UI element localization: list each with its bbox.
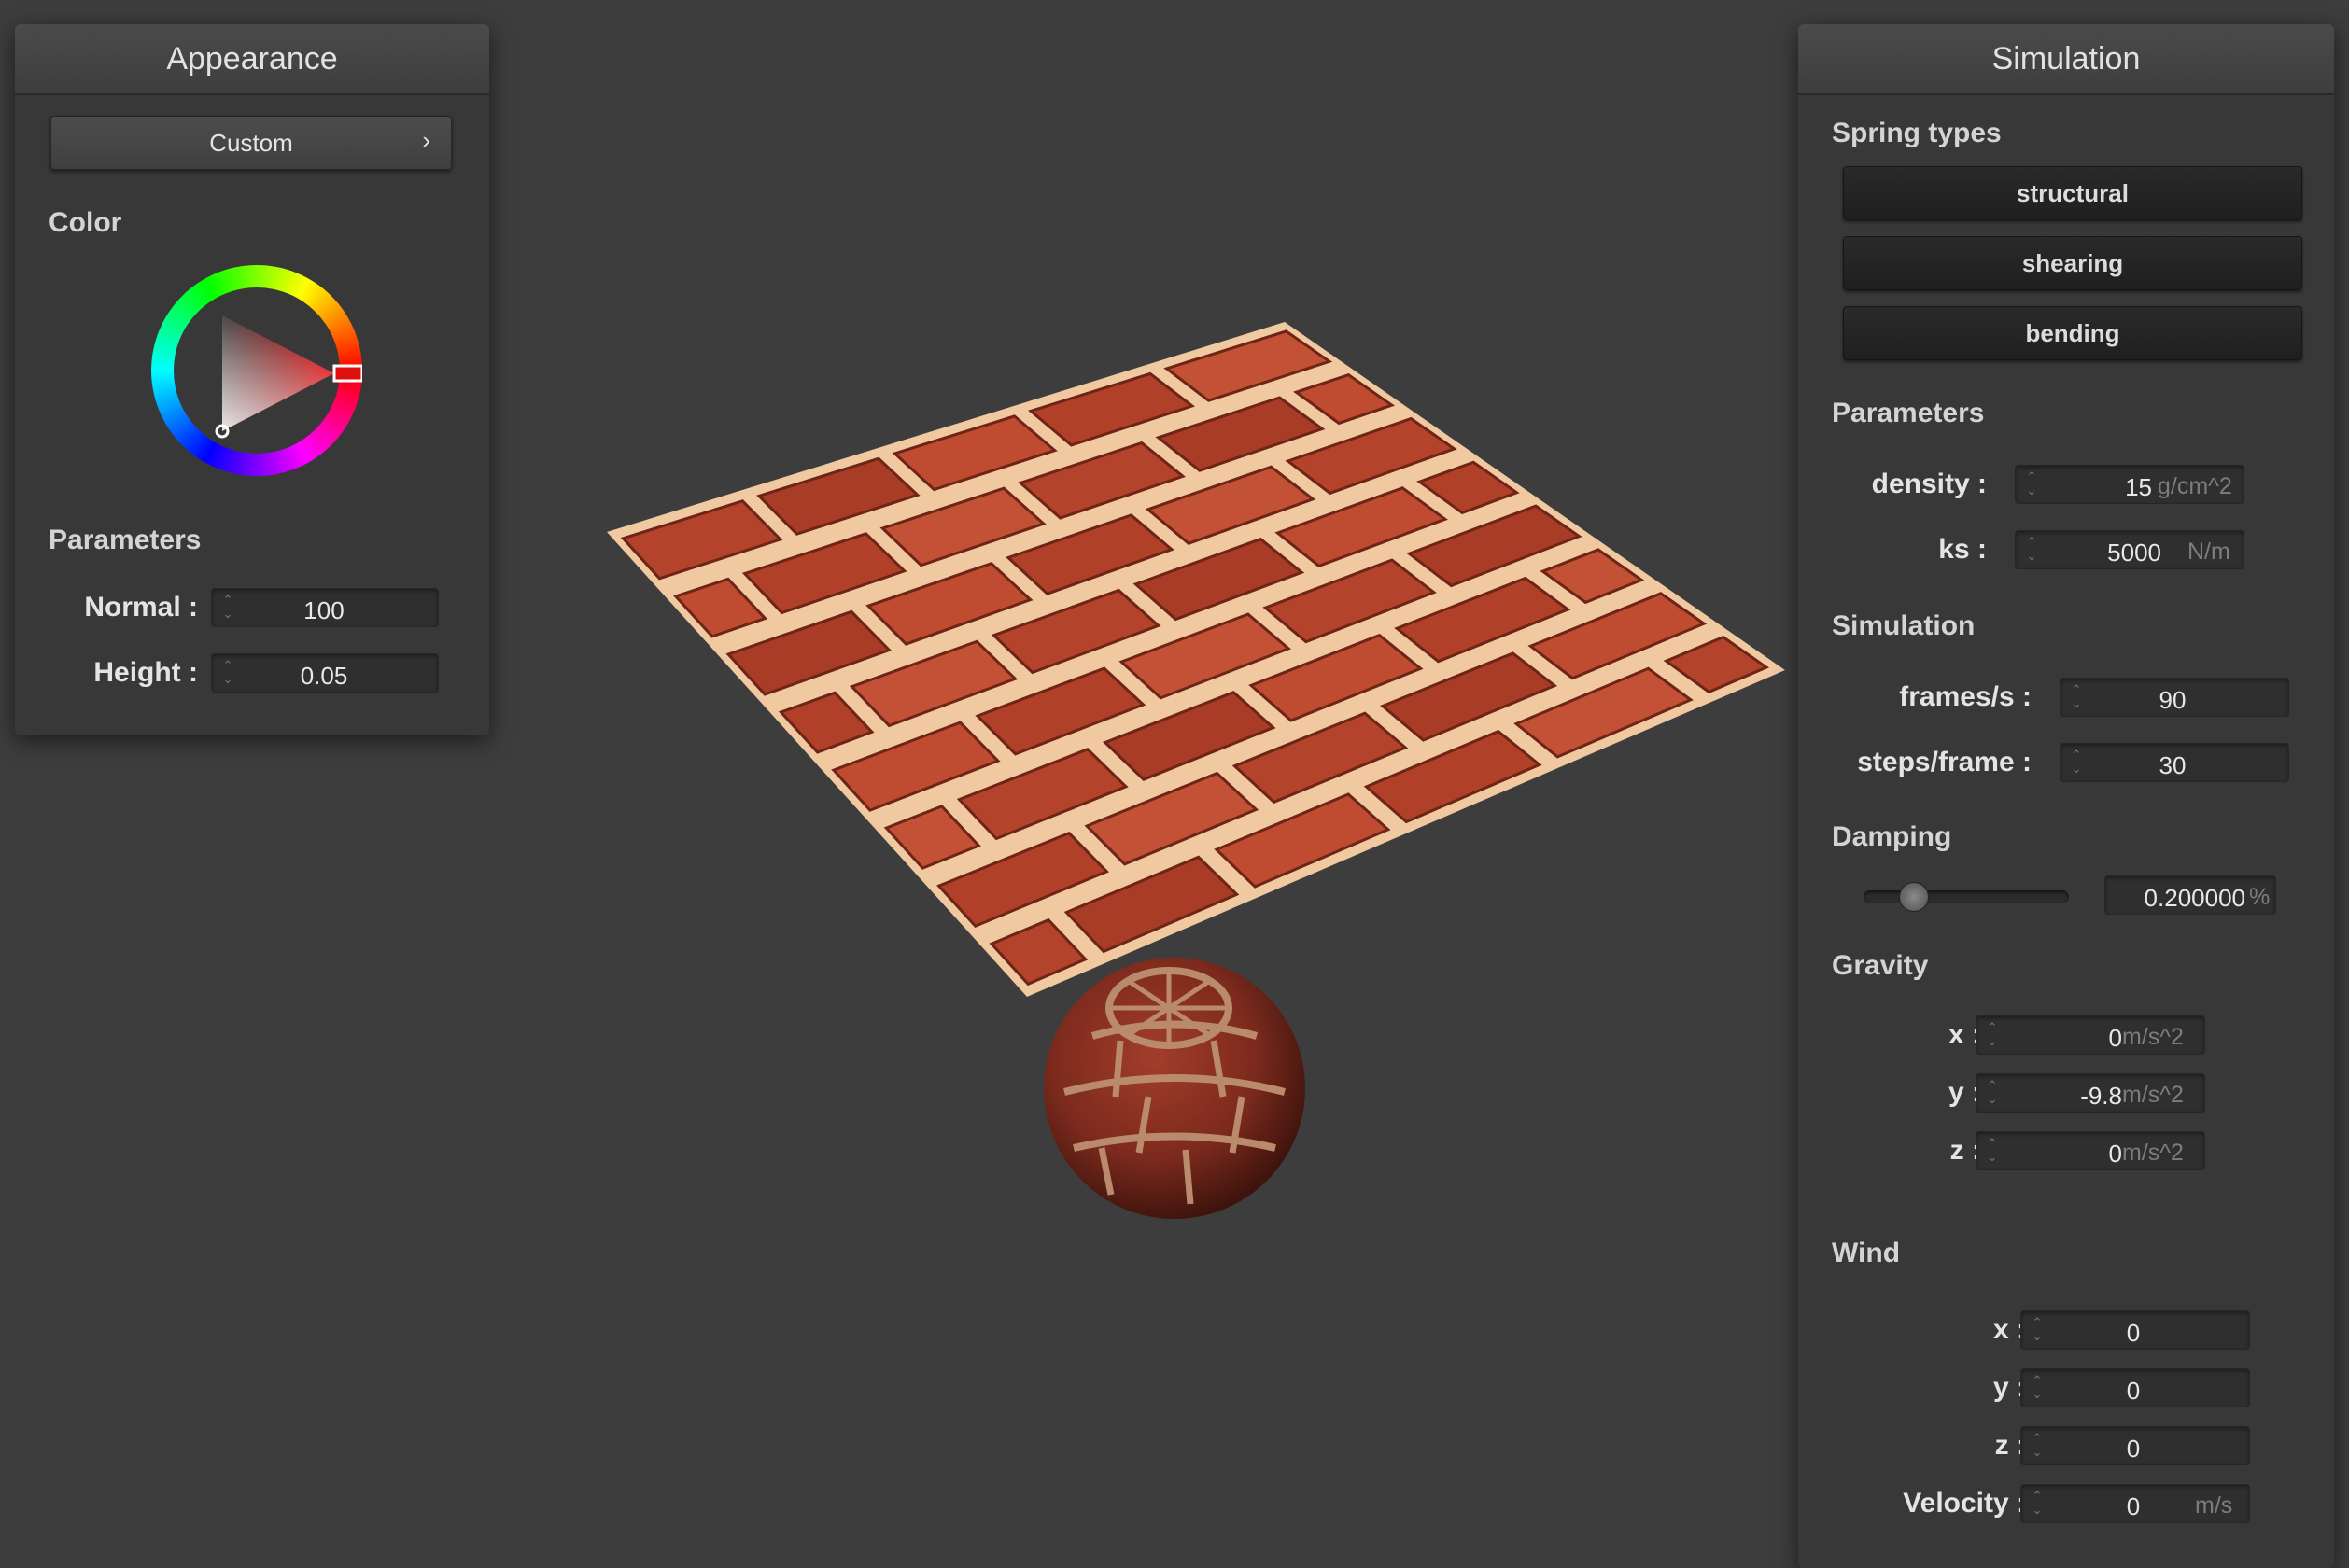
wind-y-label: y : (1992, 1372, 2026, 1403)
wind-z-label: z : (1994, 1430, 2026, 1461)
gravity-x-input[interactable]: ⌃ ⌄ 0 m/s^2 (1976, 1015, 2205, 1055)
gravity-label: Gravity (1832, 950, 1929, 981)
spinner-icon[interactable]: ⌃ ⌄ (2025, 469, 2038, 499)
damping-input[interactable]: 0.200000 % (2104, 875, 2276, 915)
spring-types-label: Spring types (1832, 118, 2002, 148)
gravity-z-label: z : (1949, 1135, 1981, 1166)
spinner-icon[interactable]: ⌃ ⌄ (2070, 682, 2083, 712)
appearance-parameters-label: Parameters (49, 525, 202, 555)
normal-label: Normal : (84, 592, 198, 623)
spinner-icon[interactable]: ⌃ ⌄ (2031, 1431, 2044, 1461)
normal-input[interactable]: ⌃ ⌄ 100 (211, 588, 439, 627)
sim-parameters-label: Parameters (1832, 398, 1985, 428)
gravity-z-input[interactable]: ⌃ ⌄ 0 m/s^2 (1976, 1131, 2205, 1170)
damping-slider[interactable] (1864, 882, 2069, 912)
spinner-icon[interactable]: ⌃ ⌄ (2031, 1315, 2044, 1345)
wind-velocity-label: Velocity : (1903, 1488, 2026, 1519)
spinner-icon[interactable]: ⌃ ⌄ (221, 593, 234, 623)
gravity-x-label: x : (1948, 1019, 1981, 1050)
gravity-y-label: y : (1948, 1077, 1981, 1108)
spring-shearing-button[interactable]: shearing (1843, 236, 2302, 290)
wind-velocity-input[interactable]: ⌃ ⌄ 0 m/s (2020, 1484, 2250, 1523)
color-section-label: Color (49, 207, 122, 238)
ks-label: ks : (1938, 534, 1987, 565)
ks-input[interactable]: ⌃ ⌄ 5000 N/m (2015, 530, 2244, 569)
wind-z-input[interactable]: ⌃ ⌄ 0 (2020, 1426, 2250, 1465)
damping-slider-handle[interactable] (1899, 882, 1929, 912)
simulation-section-label: Simulation (1832, 610, 1976, 641)
fps-label: frames/s : (1899, 681, 2032, 712)
preset-dropdown[interactable]: Custom › (50, 116, 452, 170)
spinner-icon[interactable]: ⌃ ⌄ (2025, 535, 2038, 565)
gravity-y-input[interactable]: ⌃ ⌄ -9.8 m/s^2 (1976, 1073, 2205, 1113)
cloth-mesh (607, 322, 1785, 997)
wind-x-label: x : (1992, 1314, 2026, 1345)
height-label: Height : (93, 657, 198, 688)
wind-x-input[interactable]: ⌃ ⌄ 0 (2020, 1310, 2250, 1350)
fps-input[interactable]: ⌃ ⌄ 90 (2060, 678, 2289, 717)
spinner-icon[interactable]: ⌃ ⌄ (2070, 748, 2083, 777)
steps-label: steps/frame : (1857, 747, 2032, 777)
spinner-icon[interactable]: ⌃ ⌄ (1986, 1078, 1999, 1108)
density-label: density : (1871, 469, 1987, 499)
color-wheel[interactable] (151, 265, 362, 476)
preset-label: Custom (209, 128, 293, 157)
spring-bending-button[interactable]: bending (1843, 306, 2302, 360)
wind-y-input[interactable]: ⌃ ⌄ 0 (2020, 1368, 2250, 1407)
chevron-right-icon: › (422, 126, 430, 154)
appearance-panel-title: Appearance (15, 24, 489, 95)
hue-marker-icon (332, 364, 362, 383)
height-input[interactable]: ⌃ ⌄ 0.05 (211, 653, 439, 693)
spinner-icon[interactable]: ⌃ ⌄ (1986, 1136, 1999, 1166)
simulation-panel: Simulation Spring types structural shear… (1798, 24, 2334, 1568)
spinner-icon[interactable]: ⌃ ⌄ (2031, 1489, 2044, 1519)
wind-label: Wind (1832, 1238, 1901, 1268)
spinner-icon[interactable]: ⌃ ⌄ (1986, 1020, 1999, 1050)
steps-input[interactable]: ⌃ ⌄ 30 (2060, 743, 2289, 782)
spinner-icon[interactable]: ⌃ ⌄ (221, 658, 234, 688)
appearance-panel: Appearance Custom › Color Parameters Nor… (15, 24, 489, 735)
density-input[interactable]: ⌃ ⌄ 15 g/cm^2 (2015, 465, 2244, 504)
spring-structural-button[interactable]: structural (1843, 166, 2302, 220)
simulation-panel-title: Simulation (1798, 24, 2334, 95)
collision-sphere (1044, 958, 1305, 1219)
spinner-icon[interactable]: ⌃ ⌄ (2031, 1373, 2044, 1403)
damping-label: Damping (1832, 821, 1952, 852)
